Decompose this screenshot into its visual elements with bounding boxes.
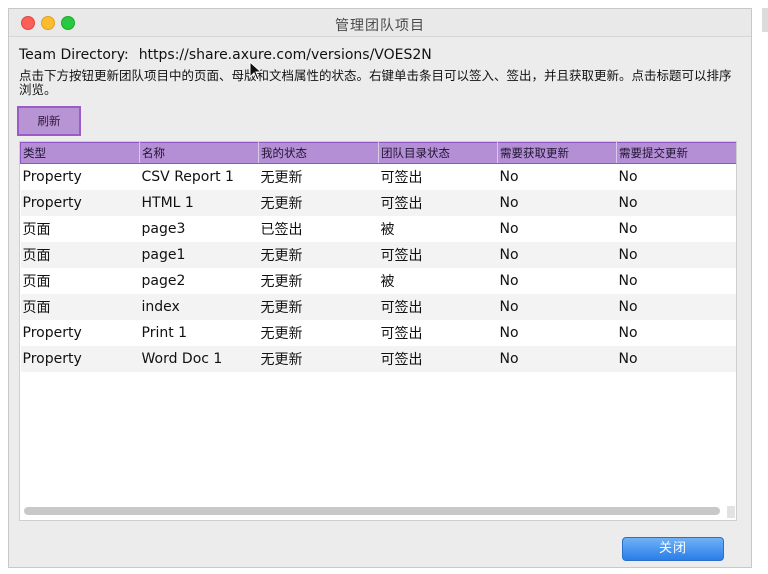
cell-needs-get: No xyxy=(499,220,519,237)
table-row[interactable]: Property CSV Report 1 无更新 可签出 No No xyxy=(21,164,737,190)
cell-my-status: 无更新 xyxy=(260,247,303,264)
team-items-table: 类型 名称 我的状态 团队目录状态 需要获取更新 需要提交更新 Property… xyxy=(19,141,737,521)
cell-type: Property xyxy=(22,324,82,341)
cell-needs-commit: No xyxy=(618,272,638,289)
table-row[interactable]: 页面 page2 无更新 被 No No xyxy=(21,268,737,294)
column-header-team-status[interactable]: 团队目录状态 xyxy=(378,142,498,164)
cell-type: 页面 xyxy=(22,273,51,290)
cell-type: Property xyxy=(22,194,82,211)
cell-needs-get: No xyxy=(499,350,519,367)
cell-team-status: 被 xyxy=(380,221,395,238)
instructions-text: 点击下方按钮更新团队项目中的页面、母版和文档属性的状态。右键单击条目可以签入、签… xyxy=(19,68,732,97)
background-window-edge xyxy=(762,8,768,32)
cell-my-status: 无更新 xyxy=(260,169,303,186)
cell-my-status: 无更新 xyxy=(260,195,303,212)
cell-name: Word Doc 1 xyxy=(141,350,223,367)
horizontal-scrollbar[interactable] xyxy=(24,507,720,515)
cell-team-status: 可签出 xyxy=(380,325,423,342)
cell-name: Print 1 xyxy=(141,324,188,341)
column-header-name[interactable]: 名称 xyxy=(139,142,259,164)
window-title: 管理团队项目 xyxy=(335,18,425,34)
team-directory: Team Directory: https://share.axure.com/v… xyxy=(19,47,432,63)
cell-name: HTML 1 xyxy=(141,194,194,211)
cell-team-status: 可签出 xyxy=(380,351,423,368)
column-header-type[interactable]: 类型 xyxy=(20,142,140,164)
cell-my-status: 已签出 xyxy=(260,221,303,238)
cell-my-status: 无更新 xyxy=(260,325,303,342)
cell-name: CSV Report 1 xyxy=(141,168,234,185)
title-bar[interactable]: 管理团队项目 xyxy=(9,9,751,37)
cell-team-status: 可签出 xyxy=(380,195,423,212)
cell-needs-commit: No xyxy=(618,168,638,185)
cell-name: page2 xyxy=(141,272,186,289)
cell-needs-get: No xyxy=(499,298,519,315)
table-row[interactable]: 页面 index 无更新 可签出 No No xyxy=(20,293,736,320)
mouse-pointer-icon xyxy=(249,61,263,81)
cell-needs-commit: No xyxy=(618,350,638,367)
column-header-needs-commit[interactable]: 需要提交更新 xyxy=(616,142,736,164)
cell-type: 页面 xyxy=(22,299,51,316)
cell-needs-commit: No xyxy=(618,246,638,263)
cell-my-status: 无更新 xyxy=(260,351,303,368)
cell-name: page1 xyxy=(141,246,186,263)
cell-needs-commit: No xyxy=(618,298,638,315)
scroll-corner xyxy=(727,506,735,518)
column-header-needs-get[interactable]: 需要获取更新 xyxy=(497,142,617,164)
cell-name: index xyxy=(141,298,180,315)
table-row[interactable]: Property HTML 1 无更新 可签出 No No xyxy=(20,189,736,216)
close-button[interactable]: 关闭 xyxy=(622,537,724,561)
cell-needs-get: No xyxy=(499,168,519,185)
cell-team-status: 可签出 xyxy=(380,299,423,316)
table-header-row: 类型 名称 我的状态 团队目录状态 需要获取更新 需要提交更新 xyxy=(20,142,736,164)
cell-my-status: 无更新 xyxy=(260,299,303,316)
cell-needs-commit: No xyxy=(618,194,638,211)
cell-needs-get: No xyxy=(499,194,519,211)
cell-team-status: 可签出 xyxy=(380,247,423,264)
team-directory-label: Team Directory: xyxy=(19,47,129,63)
cell-type: Property xyxy=(22,350,82,367)
cell-type: 页面 xyxy=(22,247,51,264)
table-row[interactable]: 页面 page3 已签出 被 No No xyxy=(21,216,737,242)
table-row[interactable]: Property Word Doc 1 无更新 可签出 No No xyxy=(20,345,736,372)
team-directory-url: https://share.axure.com/versions/VOES2N xyxy=(138,47,432,63)
cell-needs-get: No xyxy=(499,324,519,341)
cell-type: 页面 xyxy=(22,221,51,238)
cell-needs-commit: No xyxy=(618,324,638,341)
cell-needs-get: No xyxy=(499,272,519,289)
cell-team-status: 被 xyxy=(380,273,395,290)
cell-needs-get: No xyxy=(499,246,519,263)
column-header-my-status[interactable]: 我的状态 xyxy=(258,142,379,164)
cell-type: Property xyxy=(22,168,82,185)
cell-my-status: 无更新 xyxy=(260,273,303,290)
manage-team-project-dialog: 管理团队项目 Team Directory: https://share.axur… xyxy=(8,8,752,568)
cell-needs-commit: No xyxy=(618,220,638,237)
cell-team-status: 可签出 xyxy=(380,169,423,186)
cell-name: page3 xyxy=(141,220,186,237)
table-row[interactable]: 页面 page1 无更新 可签出 No No xyxy=(20,241,736,268)
table-row[interactable]: Property Print 1 无更新 可签出 No No xyxy=(21,320,737,346)
refresh-button[interactable]: 刷新 xyxy=(17,106,81,136)
